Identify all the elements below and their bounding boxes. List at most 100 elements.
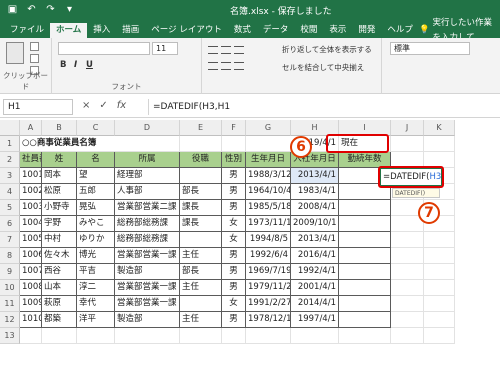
vertical-align-buttons[interactable]	[208, 46, 244, 54]
table-cell[interactable]: 1983/4/1	[291, 184, 339, 200]
table-cell[interactable]: 男	[222, 200, 246, 216]
underline-button[interactable]: U	[86, 60, 93, 70]
table-cell[interactable]: 営業部営業一課	[115, 248, 180, 264]
table-header-cell[interactable]: 役職	[180, 152, 222, 168]
table-cell[interactable]: 1964/10/4	[246, 184, 291, 200]
table-cell[interactable]	[180, 168, 222, 184]
table-cell[interactable]: 課長	[180, 216, 222, 232]
table-cell[interactable]: 男	[222, 312, 246, 328]
cell[interactable]	[391, 232, 424, 248]
table-cell[interactable]: 男	[222, 280, 246, 296]
table-cell[interactable]: 2008/4/1	[291, 200, 339, 216]
table-cell[interactable]: 1992/4/1	[291, 264, 339, 280]
table-cell[interactable]: 1009	[20, 296, 42, 312]
enter-icon[interactable]: ✓	[99, 100, 107, 111]
column-header-d[interactable]: D	[115, 120, 180, 136]
table-cell[interactable]: ゆりか	[77, 232, 115, 248]
select-all-corner[interactable]	[0, 120, 20, 136]
tab-insert[interactable]: 挿入	[87, 23, 116, 38]
table-cell[interactable]: 都築	[42, 312, 77, 328]
copy-icon[interactable]	[30, 54, 39, 63]
row-header-6[interactable]: 6	[0, 216, 20, 232]
table-cell[interactable]: 2013/4/1	[291, 168, 339, 184]
cell[interactable]	[339, 328, 391, 344]
table-cell[interactable]: 平吉	[77, 264, 115, 280]
table-cell[interactable]: 1001	[20, 168, 42, 184]
table-cell[interactable]: 五郎	[77, 184, 115, 200]
table-cell[interactable]: 主任	[180, 248, 222, 264]
table-cell[interactable]: 松原	[42, 184, 77, 200]
tab-file[interactable]: ファイル	[4, 23, 50, 38]
cell[interactable]	[424, 232, 455, 248]
tenure-cell[interactable]	[339, 296, 391, 312]
column-header-c[interactable]: C	[77, 120, 115, 136]
table-cell[interactable]: 2016/4/1	[291, 248, 339, 264]
table-cell[interactable]: 2009/10/1	[291, 216, 339, 232]
table-cell[interactable]: 男	[222, 248, 246, 264]
tenure-cell[interactable]	[339, 312, 391, 328]
table-cell[interactable]: 1973/11/18	[246, 216, 291, 232]
undo-icon[interactable]: ↶	[25, 3, 38, 16]
row-header-1[interactable]: 1	[0, 136, 20, 152]
row-header-4[interactable]: 4	[0, 184, 20, 200]
table-cell[interactable]: 2013/4/1	[291, 232, 339, 248]
column-header-a[interactable]: A	[20, 120, 42, 136]
tab-draw[interactable]: 描画	[116, 23, 145, 38]
table-cell[interactable]: 1991/2/27	[246, 296, 291, 312]
table-cell[interactable]: 萩原	[42, 296, 77, 312]
table-cell[interactable]: 主任	[180, 312, 222, 328]
wrap-text-button[interactable]: 折り返して全体を表示する	[282, 44, 372, 55]
cell[interactable]	[424, 248, 455, 264]
tenure-cell[interactable]	[339, 200, 391, 216]
merge-center-button[interactable]: セルを結合して中央揃え	[282, 62, 364, 73]
cell[interactable]	[222, 136, 246, 152]
table-cell[interactable]: 1005	[20, 232, 42, 248]
dropdown-icon[interactable]: ▾	[63, 3, 76, 16]
row-header-11[interactable]: 11	[0, 296, 20, 312]
column-header-j[interactable]: J	[391, 120, 424, 136]
cell[interactable]	[424, 328, 455, 344]
redo-icon[interactable]: ↷	[44, 3, 57, 16]
table-cell[interactable]: 2014/4/1	[291, 296, 339, 312]
cell[interactable]	[424, 264, 455, 280]
italic-button[interactable]: I	[74, 60, 77, 70]
table-cell[interactable]: 1969/7/19	[246, 264, 291, 280]
tab-help[interactable]: ヘルプ	[381, 23, 419, 38]
table-cell[interactable]: 1978/12/15	[246, 312, 291, 328]
cell[interactable]	[180, 136, 222, 152]
cell[interactable]	[391, 136, 424, 152]
row-header-9[interactable]: 9	[0, 264, 20, 280]
column-header-k[interactable]: K	[424, 120, 455, 136]
table-cell[interactable]: 1988/3/12	[246, 168, 291, 184]
table-cell[interactable]: 製造部	[115, 264, 180, 280]
row-header-13[interactable]: 13	[0, 328, 20, 344]
column-header-e[interactable]: E	[180, 120, 222, 136]
table-cell[interactable]: 山本	[42, 280, 77, 296]
table-cell[interactable]: 総務部総務課	[115, 232, 180, 248]
cell[interactable]	[246, 328, 291, 344]
tab-review[interactable]: 校閲	[294, 23, 323, 38]
font-name-box[interactable]	[58, 42, 150, 55]
cell[interactable]	[180, 328, 222, 344]
table-cell[interactable]: 製造部	[115, 312, 180, 328]
row-header-8[interactable]: 8	[0, 248, 20, 264]
table-cell[interactable]: 課長	[180, 200, 222, 216]
row-header-3[interactable]: 3	[0, 168, 20, 184]
row-header-5[interactable]: 5	[0, 200, 20, 216]
cell[interactable]	[424, 136, 455, 152]
row-header-12[interactable]: 12	[0, 312, 20, 328]
paste-icon[interactable]	[6, 42, 24, 64]
cell[interactable]	[42, 328, 77, 344]
cell[interactable]	[115, 328, 180, 344]
table-header-cell[interactable]: 性別	[222, 152, 246, 168]
table-cell[interactable]: 幸代	[77, 296, 115, 312]
column-header-f[interactable]: F	[222, 120, 246, 136]
cell[interactable]	[424, 296, 455, 312]
table-cell[interactable]	[180, 232, 222, 248]
table-cell[interactable]: 小野寺	[42, 200, 77, 216]
table-cell[interactable]: 男	[222, 264, 246, 280]
table-cell[interactable]: 岡本	[42, 168, 77, 184]
cut-icon[interactable]	[30, 42, 39, 51]
table-cell[interactable]: 部長	[180, 264, 222, 280]
tenure-cell[interactable]	[339, 232, 391, 248]
